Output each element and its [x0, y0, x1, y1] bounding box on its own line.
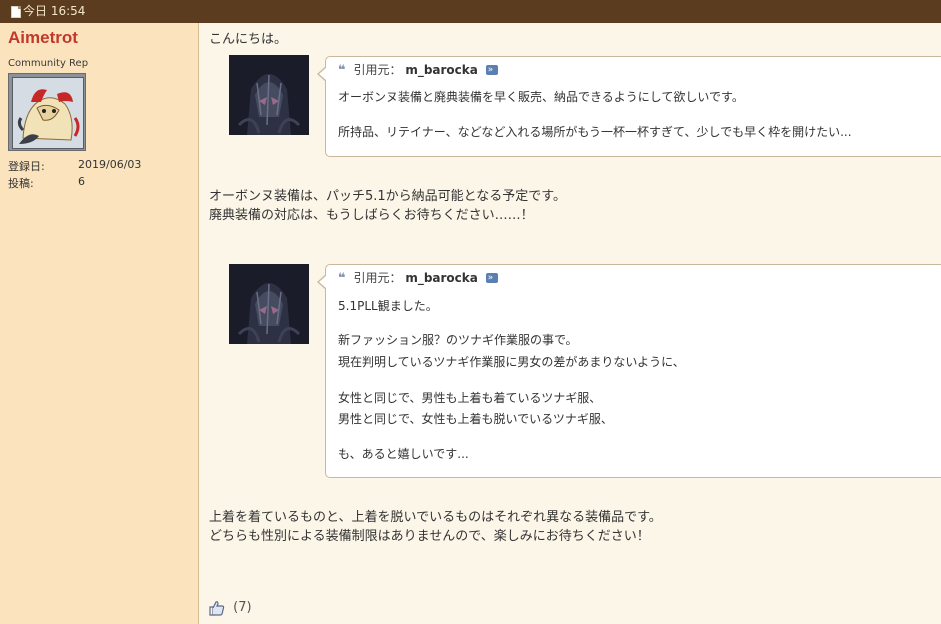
- armored-knight-icon: [229, 264, 309, 344]
- post-content: こんにちは。 ❝ 引用元： m_barocka オーボンヌ装備と廃典装備を早く販…: [199, 23, 941, 624]
- view-post-icon[interactable]: [485, 64, 498, 75]
- post-date: 今日 16:54: [23, 4, 86, 18]
- thumbs-up-icon: [209, 601, 225, 616]
- stat-value: 6: [78, 175, 85, 188]
- reply-text: 上着を着ているものと、上着を脱いでいるものはそれぞれ異なる装備品です。: [209, 510, 662, 525]
- quote-label: 引用元：: [353, 271, 402, 285]
- quote-line: 男性と同じで、女性も上着も脱いでいるツナギ服、: [338, 412, 613, 426]
- stat-label: 投稿:: [8, 177, 34, 190]
- user-sidebar: Aimetrot Community Rep 登録日: 2019/06/03 投…: [0, 23, 199, 624]
- greeting-text: こんにちは。: [209, 32, 288, 47]
- quote-author-avatar[interactable]: [229, 264, 309, 344]
- quote-line: も、あると嬉しいです...: [338, 447, 469, 461]
- stat-value: 2019/06/03: [78, 158, 142, 171]
- quote-line: 5.1PLL観ました。: [338, 299, 438, 313]
- quote-mark-icon: ❝: [338, 271, 346, 286]
- quote-author[interactable]: m_barocka: [405, 271, 478, 285]
- reply-text: 廃典装備の対応は、もうしばらくお待ちください……！: [209, 208, 534, 223]
- quote-line: 所持品、リテイナー、などなど入れる場所がもう一杯一杯すぎて、少しでも早く枠を開け…: [338, 125, 852, 139]
- quote-header: ❝ 引用元： m_barocka: [338, 269, 498, 287]
- stat-posts: 投稿: 6: [8, 175, 85, 191]
- stat-label: 登録日:: [8, 160, 45, 173]
- quote-line: 現在判明しているツナギ作業服に男女の差があまりないように、: [338, 355, 685, 369]
- avatar-beast-icon: [13, 78, 83, 148]
- quote-header: ❝ 引用元： m_barocka: [338, 61, 498, 79]
- username-link[interactable]: Aimetrot: [8, 28, 78, 48]
- armored-knight-icon: [229, 55, 309, 135]
- post-header-bar: 今日 16:54: [0, 0, 941, 23]
- user-title: Community Rep: [8, 58, 89, 69]
- quote-line: 女性と同じで、男性も上着も着ているツナギ服、: [338, 391, 602, 405]
- quote-line: オーボンヌ装備と廃典装備を早く販売、納品できるようにして欲しいです。: [338, 90, 744, 104]
- quote-author-avatar[interactable]: [229, 55, 309, 135]
- quote-block: ❝ 引用元： m_barocka 5.1PLL観ました。 新ファッション服？のツ…: [317, 264, 941, 478]
- view-post-icon[interactable]: [485, 272, 498, 283]
- quote-label: 引用元：: [353, 63, 402, 77]
- quote-block: ❝ 引用元： m_barocka オーボンヌ装備と廃典装備を早く販売、納品できる…: [317, 56, 941, 157]
- like-count: (7): [233, 600, 252, 615]
- quote-line: 新ファッション服？のツナギ作業服の事で。: [338, 333, 578, 347]
- stat-registered: 登録日: 2019/06/03: [8, 158, 141, 174]
- like-button[interactable]: (7): [209, 598, 252, 618]
- reply-text: どちらも性別による装備制限はありませんので、楽しみにお待ちください！: [209, 529, 650, 544]
- quote-mark-icon: ❝: [338, 63, 346, 78]
- document-icon: [11, 6, 21, 18]
- reply-text: オーボンヌ装備は、パッチ5.1から納品可能となる予定です。: [209, 189, 566, 204]
- user-avatar[interactable]: [8, 73, 86, 151]
- quote-author[interactable]: m_barocka: [405, 63, 478, 77]
